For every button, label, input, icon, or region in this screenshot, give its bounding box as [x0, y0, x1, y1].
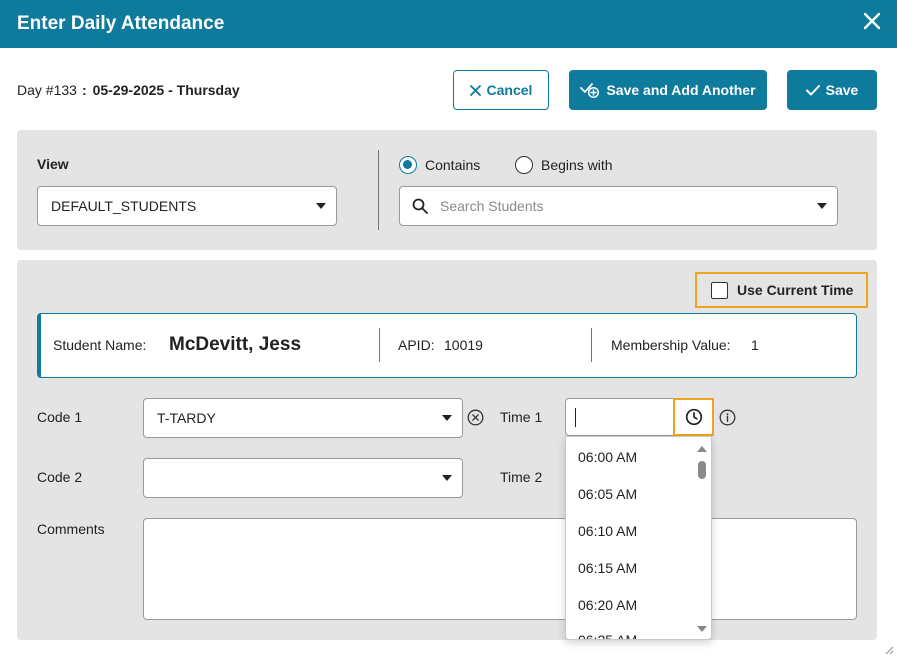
day-info: Day #133:05-29-2025 - Thursday	[17, 82, 240, 98]
dialog-title: Enter Daily Attendance	[17, 13, 225, 34]
code2-select[interactable]	[143, 458, 463, 498]
clock-icon	[685, 408, 702, 426]
save-and-add-another-button[interactable]: Save and Add Another	[569, 70, 767, 110]
check-plus-icon	[580, 83, 600, 99]
time-option[interactable]: 06:05 AM	[578, 486, 637, 502]
save-and-add-label: Save and Add Another	[606, 82, 756, 98]
search-icon	[412, 198, 428, 214]
membership-label: Membership Value:	[611, 337, 731, 353]
time-option[interactable]: 06:20 AM	[578, 597, 637, 613]
dropdown-scrollbar[interactable]	[693, 437, 711, 639]
day-separator: :	[81, 82, 87, 98]
time1-input[interactable]	[565, 398, 675, 436]
search-students-field[interactable]	[399, 186, 838, 226]
radio-contains[interactable]: Contains	[399, 156, 480, 174]
card-divider	[591, 328, 592, 362]
card-divider	[379, 328, 380, 362]
day-date: 05-29-2025 - Thursday	[92, 82, 240, 98]
info-icon[interactable]	[719, 409, 736, 426]
radio-selected-icon	[399, 156, 417, 174]
radio-begins-with[interactable]: Begins with	[515, 156, 613, 174]
code1-select[interactable]: T-TARDY	[143, 398, 463, 438]
time2-label: Time 2	[500, 469, 543, 485]
caret-down-icon[interactable]	[817, 203, 827, 209]
close-icon[interactable]	[863, 10, 881, 32]
use-current-time-checkbox[interactable]: Use Current Time	[695, 272, 868, 308]
student-name-label: Student Name:	[53, 337, 147, 353]
student-info-card: Student Name: McDevitt, Jess APID: 10019…	[37, 313, 857, 378]
code1-label: Code 1	[37, 409, 83, 425]
text-cursor	[575, 408, 576, 427]
check-icon	[805, 84, 820, 95]
scroll-down-icon[interactable]	[697, 626, 707, 632]
view-select-value: DEFAULT_STUDENTS	[51, 198, 197, 214]
filter-divider	[378, 150, 379, 230]
use-current-time-label: Use Current Time	[737, 282, 854, 298]
radio-contains-label: Contains	[425, 157, 481, 173]
comments-label: Comments	[37, 521, 105, 537]
scroll-thumb[interactable]	[698, 461, 706, 479]
view-select[interactable]: DEFAULT_STUDENTS	[37, 186, 337, 226]
clear-circle-icon[interactable]	[467, 409, 484, 426]
radio-unselected-icon	[515, 156, 533, 174]
comments-textarea[interactable]	[143, 518, 857, 620]
time1-label: Time 1	[500, 409, 543, 425]
membership-value: 1	[751, 337, 759, 353]
radio-begins-label: Begins with	[541, 157, 613, 173]
resize-handle-icon[interactable]	[882, 643, 894, 655]
cancel-button[interactable]: Cancel	[453, 70, 549, 110]
student-name: McDevitt, Jess	[169, 334, 302, 355]
caret-down-icon	[442, 415, 452, 421]
scroll-up-icon[interactable]	[697, 446, 707, 452]
caret-down-icon	[442, 475, 452, 481]
caret-down-icon	[316, 203, 326, 209]
time-picker-button[interactable]	[673, 398, 714, 436]
close-icon	[469, 84, 481, 96]
cancel-label: Cancel	[486, 82, 533, 98]
time-options-dropdown: 06:00 AM 06:05 AM 06:10 AM 06:15 AM 06:2…	[565, 436, 712, 640]
time-option[interactable]: 06:15 AM	[578, 560, 637, 576]
time-option[interactable]: 06:00 AM	[578, 449, 637, 465]
time-option[interactable]: 06:10 AM	[578, 523, 637, 539]
save-label: Save	[825, 82, 859, 98]
apid-value: 10019	[444, 337, 483, 353]
code2-label: Code 2	[37, 469, 83, 485]
apid-label: APID:	[398, 337, 435, 353]
time-option[interactable]: 06:25 AM	[578, 632, 637, 639]
search-students-input[interactable]	[440, 195, 800, 217]
dialog-titlebar: Enter Daily Attendance	[0, 0, 897, 48]
code1-value: T-TARDY	[157, 410, 216, 426]
save-button[interactable]: Save	[787, 70, 877, 110]
view-label: View	[37, 156, 69, 172]
checkbox-icon	[711, 281, 728, 299]
day-number: Day #133	[17, 82, 77, 98]
